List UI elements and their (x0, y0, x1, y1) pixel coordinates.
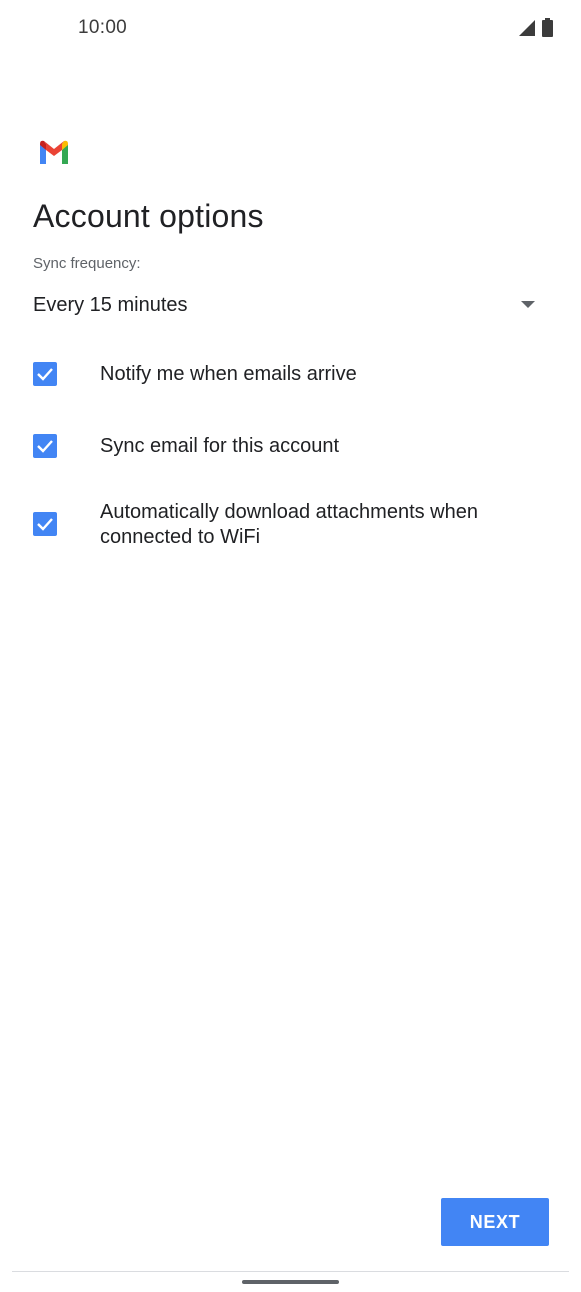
notify-checkbox[interactable] (33, 362, 57, 386)
option-label: Automatically download attachments when … (100, 501, 478, 548)
status-time: 10:00 (78, 17, 128, 38)
status-bar: 10:00 (0, 0, 581, 56)
next-button[interactable]: NEXT (441, 1198, 549, 1246)
auto-download-checkbox[interactable] (33, 512, 57, 536)
signal-icon (518, 19, 536, 42)
divider (12, 1271, 569, 1272)
check-icon (37, 440, 53, 453)
sync-frequency-value: Every 15 minutes (33, 294, 188, 316)
sync-frequency-label: Sync frequency: (33, 255, 141, 272)
gesture-nav-handle[interactable] (242, 1280, 339, 1284)
option-auto-download[interactable]: Automatically download attachments when … (33, 500, 553, 554)
sync-frequency-dropdown[interactable]: Every 15 minutes (33, 286, 543, 326)
dropdown-arrow-icon (521, 301, 535, 308)
page-title: Account options (33, 198, 264, 234)
gmail-logo-icon (38, 140, 70, 164)
check-icon (37, 518, 53, 531)
option-label: Sync email for this account (100, 435, 339, 457)
check-icon (37, 368, 53, 381)
option-label: Notify me when emails arrive (100, 363, 357, 385)
status-icons (518, 18, 553, 42)
option-sync-email[interactable]: Sync email for this account (33, 434, 553, 462)
battery-icon (542, 18, 553, 42)
sync-email-checkbox[interactable] (33, 434, 57, 458)
option-notify[interactable]: Notify me when emails arrive (33, 362, 553, 390)
